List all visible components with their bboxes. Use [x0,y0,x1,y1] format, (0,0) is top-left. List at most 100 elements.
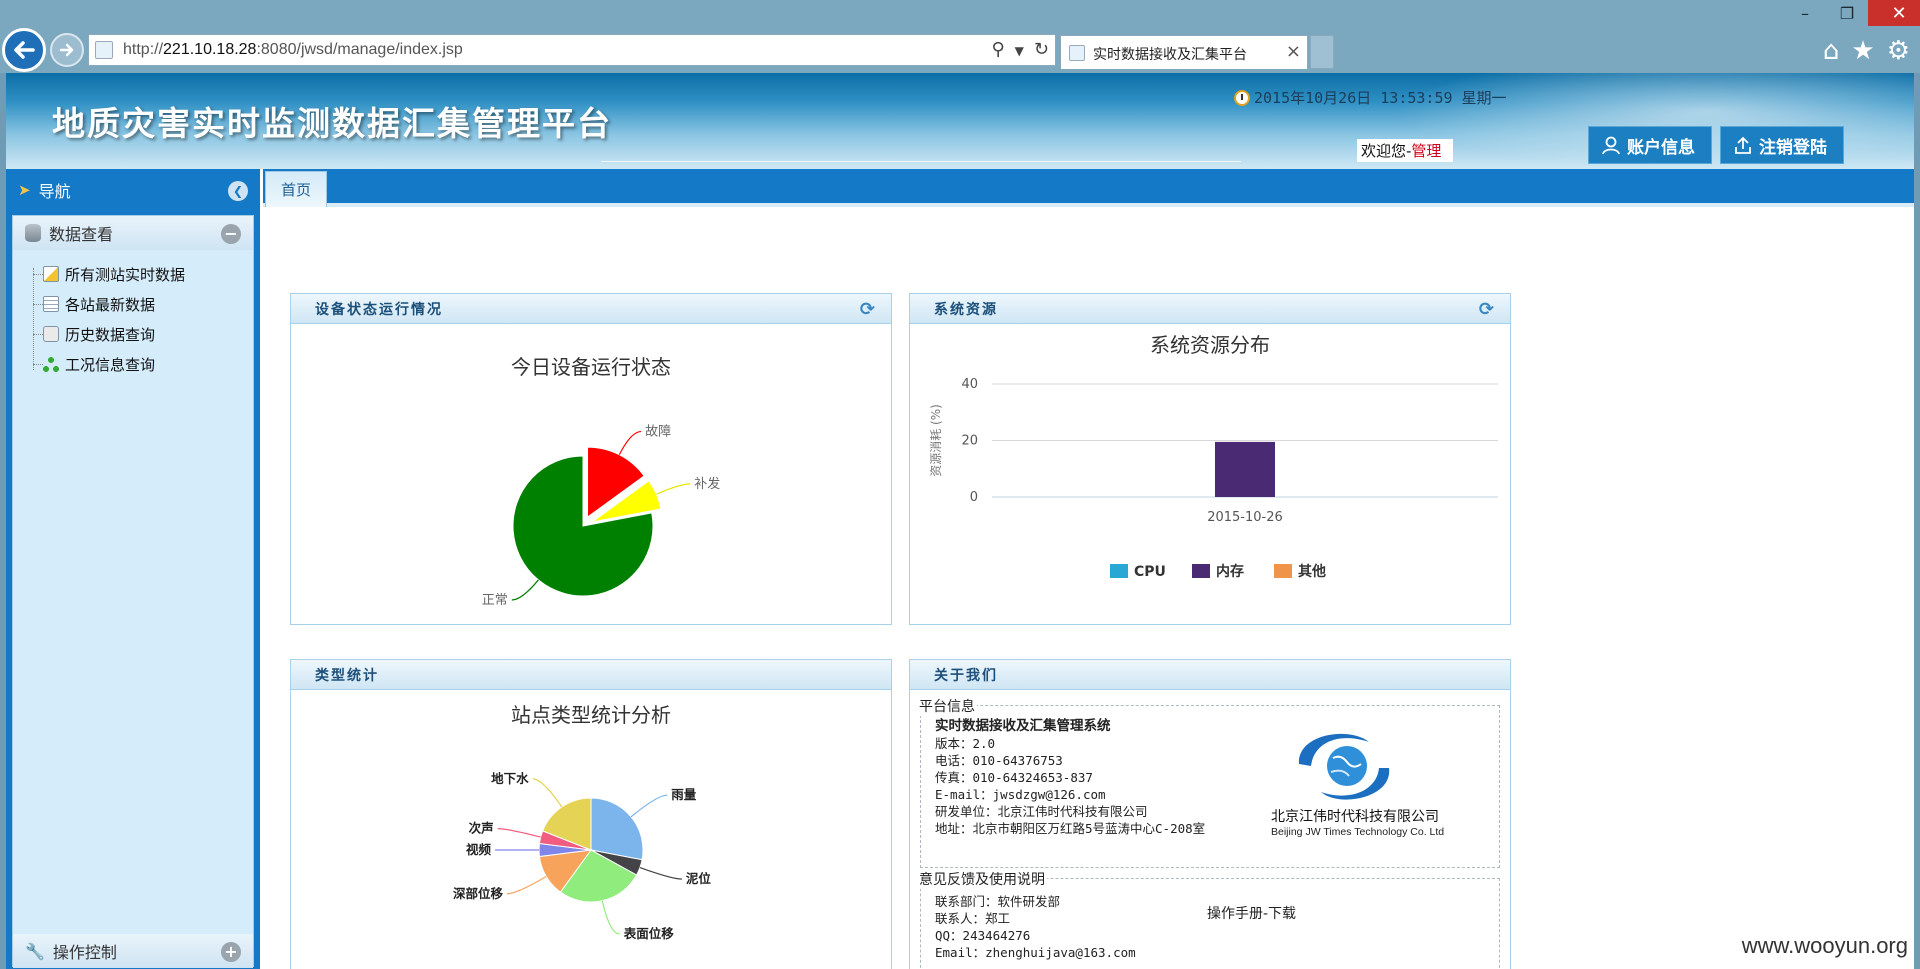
y-axis-label: 资源消耗 (%) [929,404,943,477]
sidebar-item-all-stations[interactable]: 所有测站实时数据 [43,262,185,286]
close-window-icon[interactable]: ✕ [1868,0,1920,26]
tab-home[interactable]: 首页 [265,171,327,207]
chart-title: 系统资源分布 [1150,333,1270,357]
platform-info-fieldset: 平台信息 实时数据接收及汇集管理系统 版本：2.0 电话：010-6437675… [917,696,1500,868]
sidebar-group-data-view[interactable]: 数据查看 − [13,216,253,250]
logout-button[interactable]: 注销登陆 [1720,126,1844,164]
app-header: 地质灾害实时监测数据汇集管理平台 2015年10月26日 13:53:59 星期… [6,73,1914,169]
tree-branch [33,274,43,275]
email-line: Email：zhenghuijava@163.com [935,945,1136,960]
minimize-icon[interactable]: – [1784,0,1826,26]
home-icon[interactable]: ⌂ [1823,36,1840,66]
version-line: 版本：2.0 [935,736,996,751]
email-line: E-mail：jwsdzgw@126.com [935,787,1106,802]
chevron-down-icon[interactable]: ▼ [1015,39,1024,63]
sidebar-group-label: 数据查看 [49,225,114,244]
hierarchy-icon [43,356,59,372]
panel-header: 关于我们 [910,660,1510,690]
pie-label-1: 补发 [694,476,720,492]
pie-label-3: 深部位移 [453,886,504,901]
refresh-icon[interactable]: ↻ [1034,39,1049,63]
upload-icon [1735,136,1751,154]
account-info-button[interactable]: 账户信息 [1588,126,1712,164]
collapse-minus-icon[interactable]: − [221,224,241,244]
sidebar-item-label: 所有测站实时数据 [65,265,186,284]
pie-connector-1 [656,483,691,495]
panel-header: 系统资源 ⟳ [910,294,1510,324]
logout-label: 注销登陆 [1759,137,1827,158]
browser-toolbar-icons: ⌂ ★ ⚙ [1823,36,1910,66]
sidebar-item-status-info[interactable]: 工况信息查询 [43,352,155,376]
table-icon [43,296,59,312]
qq-line: QQ：243464276 [935,928,1031,943]
expand-plus-icon[interactable]: + [221,942,241,962]
bar-内存 [1215,441,1275,497]
sidebar-item-label: 各站最新数据 [65,295,156,314]
star-icon[interactable]: ★ [1851,36,1874,66]
app-title: 地质灾害实时监测数据汇集管理平台 [52,104,612,143]
sidebar: ➤ 导航 ❮ 数据查看 − 所有测站实时数据 各站最新数据 历史数据查询 工况信… [6,169,260,969]
device-status-pie-chart: 今日设备运行状态故障补发正常 [482,355,721,608]
legend-label-1: 内存 [1216,563,1244,580]
back-button[interactable] [2,28,46,72]
about-us-panel: 关于我们 平台信息 实时数据接收及汇集管理系统 版本：2.0 电话：010-64… [909,659,1511,969]
platform-info-legend: 平台信息 [917,696,977,716]
legend-label-2: 其他 [1298,563,1326,580]
clock-icon [1234,89,1250,106]
sidebar-group-control[interactable]: 🔧 操作控制 + [13,934,253,968]
contact-line: 联系人：郑工 [935,911,1011,926]
compass-icon: ➤ [18,181,31,199]
y-tick-label-1: 20 [961,434,978,449]
url-host: 221.10.18.28 [163,41,257,58]
browser-chrome: – ❐ ✕ http://221.10.18.28:8080/jwsd/mana… [0,0,1920,73]
gear-icon[interactable]: ⚙ [1887,36,1910,66]
platform-info-text: 实时数据接收及汇集管理系统 版本：2.0 电话：010-64376753 传真：… [935,718,1205,837]
sidebar-item-history[interactable]: 历史数据查询 [43,322,155,346]
pie-label-2: 表面位移 [623,926,675,941]
device-status-panel: 设备状态运行情况 ⟳ 今日设备运行状态 故障 补发 正常 [290,293,892,625]
pie-connector-3 [506,875,547,895]
header-divider [601,161,1241,162]
address-bar[interactable]: http://221.10.18.28:8080/jwsd/manage/ind… [88,34,1056,66]
forward-button[interactable] [50,33,84,67]
company-english-name: Beijing JW Times Technology Co. Ltd [1271,826,1445,838]
refresh-icon[interactable]: ⟳ [1479,299,1496,320]
site-favicon-icon [95,41,113,59]
refresh-icon[interactable]: ⟳ [860,299,877,320]
pie-label-5: 次声 [469,821,494,836]
history-icon [43,326,59,342]
pie-label-2: 正常 [482,593,508,608]
system-resource-panel: 系统资源 ⟳ 系统资源分布 0 20 40 资源消耗 (%) 2015-10-26 CPU 内… [909,293,1511,625]
sidebar-group-label: 操作控制 [52,943,117,962]
manual-download-link[interactable]: 操作手册-下载 [1207,903,1296,923]
user-icon [1602,136,1620,155]
y-tick-label-0: 0 [970,490,978,505]
maximize-icon[interactable]: ❐ [1826,0,1868,26]
chart-title: 今日设备运行状态 [511,355,671,379]
new-tab-button[interactable] [1310,35,1334,69]
system-name: 实时数据接收及汇集管理系统 [935,718,1111,734]
close-tab-icon[interactable]: × [1286,41,1301,62]
sidebar-item-latest-data[interactable]: 各站最新数据 [43,292,155,316]
pie-label-1: 泥位 [686,871,712,886]
sidebar-title: 导航 [38,182,71,201]
url-text[interactable]: http://221.10.18.28:8080/jwsd/manage/ind… [123,41,463,59]
legend-label-0: CPU [1134,564,1166,580]
arrow-right-icon [59,43,74,57]
pie-connector-1 [639,867,682,880]
welcome-message: 欢迎您-管理 [1357,139,1454,162]
tab-title: 实时数据接收及汇集平台 [1093,47,1247,63]
panel-title: 系统资源 [934,301,998,318]
search-icon[interactable]: ⚲ [991,39,1004,63]
sidebar-header: ➤ 导航 ❮ [6,169,260,211]
datetime-text: 2015年10月26日 13:53:59 星期一 [1254,89,1507,107]
sidebar-collapse-icon[interactable]: ❮ [228,181,248,201]
x-tick-label-0: 2015-10-26 [1207,510,1283,525]
watermark-text: www.wooyun.org [1741,933,1908,958]
tree-branch [33,364,43,365]
address-tools: ⚲ ▼ ↻ [991,39,1049,63]
browser-tab[interactable]: 实时数据接收及汇集平台 × [1060,35,1308,69]
company-logo [1298,733,1390,800]
current-datetime: 2015年10月26日 13:53:59 星期一 [1234,87,1507,108]
pie-label-0: 故障 [645,425,671,440]
